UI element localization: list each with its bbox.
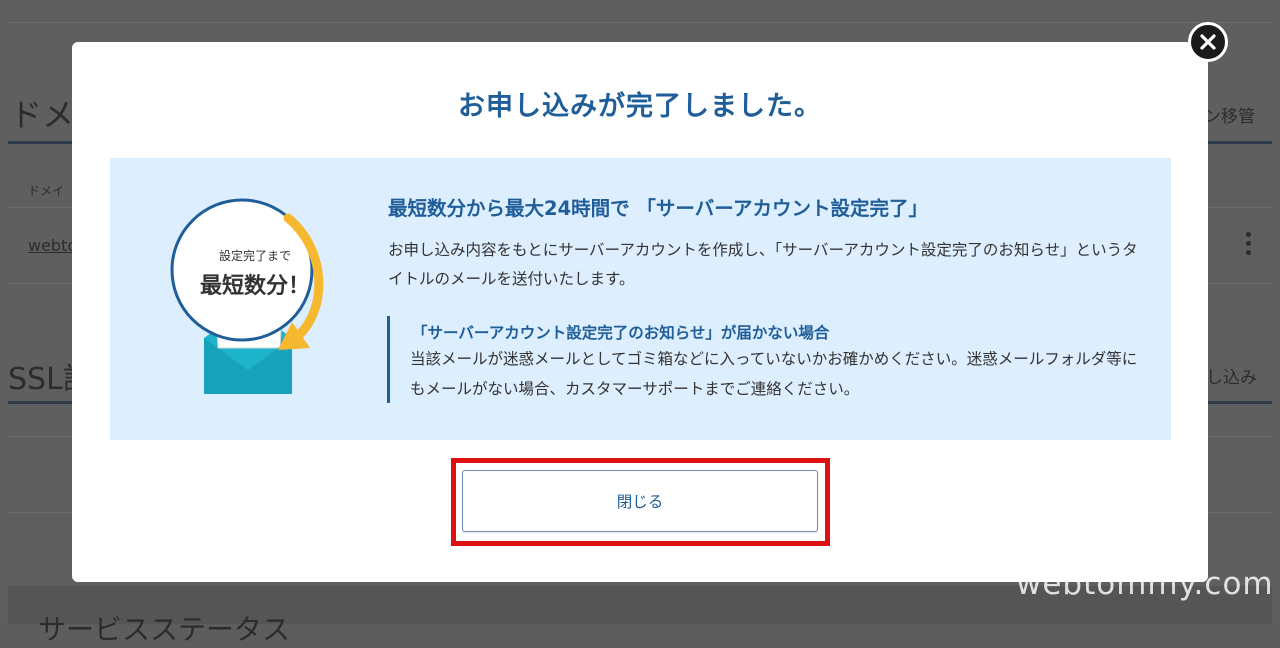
domain-section-title: ドメ — [10, 96, 75, 134]
badge-title: 最短数分！ — [199, 274, 310, 299]
completion-heading: 最短数分から最大24時間で 「サーバーアカウント設定完了」 — [388, 197, 928, 220]
completion-description: お申し込み内容をもとにサーバーアカウントを作成し、「サーバーアカウント設定完了の… — [388, 241, 1138, 288]
badge-subtitle: 設定完了まで — [218, 249, 291, 263]
close-button[interactable]: 閉じる — [462, 470, 818, 532]
modal-title: お申し込みが完了しました。 — [458, 91, 822, 122]
domain-transfer-link[interactable]: ン移管 — [1204, 102, 1255, 127]
divider — [8, 22, 1272, 23]
notice-title: 「サーバーアカウント設定完了のお知らせ」が届かない場合 — [412, 324, 830, 342]
domain-column-header: ドメイ — [28, 184, 65, 198]
footer-section-title: サービスステータス — [38, 613, 291, 646]
modal-close-icon[interactable] — [1188, 22, 1228, 62]
domain-row-link[interactable]: webto — [28, 236, 77, 255]
notice-accent-bar — [387, 316, 390, 403]
ssl-apply-link[interactable]: し込み — [1206, 363, 1257, 388]
close-icon — [1200, 34, 1216, 50]
more-options-icon[interactable] — [1246, 232, 1252, 259]
watermark: webtommy.com — [1016, 566, 1274, 602]
notice-description: 当該メールが迷惑メールとしてゴミ箱などに入っていないかお確かめください。迷惑メー… — [410, 350, 1138, 398]
